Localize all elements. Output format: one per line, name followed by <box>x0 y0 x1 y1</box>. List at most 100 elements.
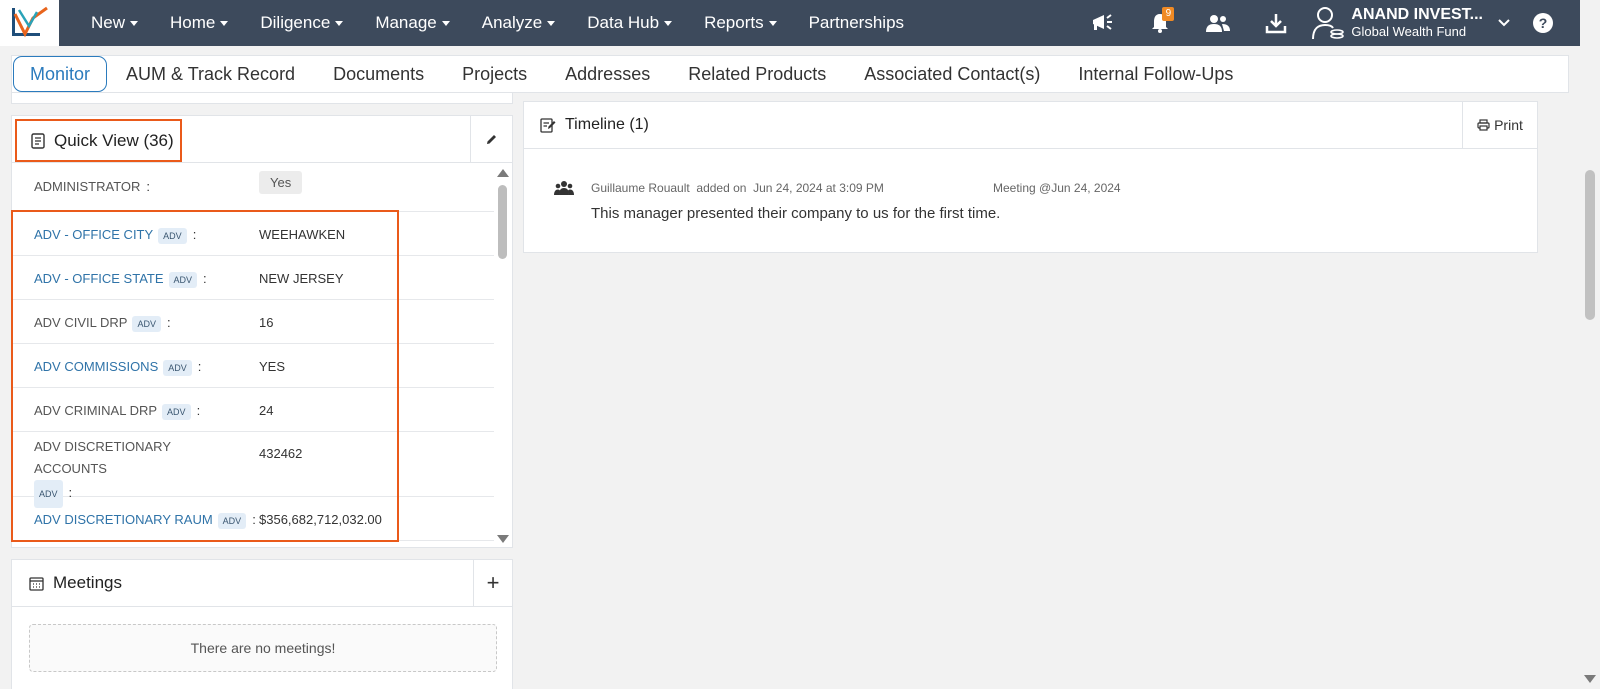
nav-item-label: Analyze <box>481 13 543 32</box>
caret-down-icon <box>547 20 556 26</box>
field-name: ADV DISCRETIONARY ACCOUNTS <box>34 439 171 476</box>
quick-view-row: ADV - OFFICE STATE ADV: NEW JERSEY <box>12 256 494 300</box>
value-text: $356,682,712,032.00 <box>259 512 382 527</box>
field-colon: : <box>196 403 201 418</box>
tab-associated-contact-s[interactable]: Associated Contact(s) <box>845 56 1059 92</box>
nav-item-label: Data Hub <box>587 13 660 32</box>
quick-view-field-value: Yes <box>259 171 303 194</box>
nav-item-label: Manage <box>375 13 437 32</box>
edit-document-icon <box>540 118 556 133</box>
tab-addresses[interactable]: Addresses <box>546 56 669 92</box>
download-icon[interactable] <box>1247 0 1305 46</box>
page-scroll-thumb[interactable] <box>1585 170 1595 320</box>
scroll-thumb[interactable] <box>498 185 507 259</box>
edit-quick-view-button[interactable] <box>470 116 512 162</box>
quick-view-scrollbar[interactable] <box>493 163 511 547</box>
adv-badge: ADV <box>132 315 161 332</box>
field-name: ADV CIVIL DRP <box>34 315 128 330</box>
field-name: ADV - OFFICE CITY <box>34 227 154 242</box>
account-name: ANAND INVEST... <box>1351 6 1483 24</box>
app-logo[interactable] <box>0 0 59 46</box>
quick-view-title: Quick View (36) <box>54 130 174 150</box>
tab-aum-track-record[interactable]: AUM & Track Record <box>107 56 314 92</box>
logo-icon <box>11 6 48 38</box>
quick-view-row: ADV COMMISSIONS ADV: YES <box>12 344 494 388</box>
tab-internal-follow-ups[interactable]: Internal Follow-Ups <box>1059 56 1252 92</box>
tab-projects[interactable]: Projects <box>443 56 546 92</box>
tab-monitor[interactable]: Monitor <box>13 56 108 92</box>
quick-view-field-value: $356,682,712,032.00 <box>259 512 382 527</box>
nav-item-analyze[interactable]: Analyze <box>466 0 571 46</box>
adv-badge: ADV <box>163 359 192 376</box>
caret-down-icon <box>130 20 139 26</box>
printer-icon <box>1477 119 1490 131</box>
quick-view-list[interactable]: ADMINISTRATOR: Yes ADV - OFFICE CITY ADV: WE… <box>12 163 494 547</box>
quick-view-header: Quick View (36) <box>12 116 512 163</box>
users-icon[interactable] <box>1189 0 1247 46</box>
value-text: WEEHAWKEN <box>259 227 346 242</box>
page-scrollbar[interactable] <box>1580 0 1600 689</box>
nav-item-data-hub[interactable]: Data Hub <box>571 0 688 46</box>
nav-item-new[interactable]: New <box>75 0 154 46</box>
meetings-header: Meetings + <box>12 560 512 607</box>
account-menu[interactable]: ANAND INVEST... Global Wealth Fund <box>1311 0 1533 46</box>
notification-count-badge: 9 <box>1162 7 1175 21</box>
quick-view-title-highlight: Quick View (36) <box>15 119 182 162</box>
quick-view-panel: Quick View (36) ADMINISTRATOR: Yes ADV - O… <box>11 115 513 548</box>
calendar-icon <box>29 576 44 591</box>
tab-related-products[interactable]: Related Products <box>669 56 845 92</box>
print-button[interactable]: Print <box>1462 102 1537 148</box>
announcement-icon[interactable] <box>1073 0 1131 46</box>
value-text: 24 <box>259 403 274 418</box>
quick-view-field-value: WEEHAWKEN <box>259 227 345 242</box>
nav-item-reports[interactable]: Reports <box>688 0 793 46</box>
nav-item-diligence[interactable]: Diligence <box>244 0 359 46</box>
nav-item-partnerships[interactable]: Partnerships <box>793 0 920 46</box>
adv-badge: ADV <box>158 227 187 244</box>
quick-view-field-value: 432462 <box>259 446 302 461</box>
field-colon: : <box>166 315 171 330</box>
timeline-action: added on <box>696 181 747 195</box>
timeline-panel: Timeline (1) Print Guillaume Rouault add… <box>523 101 1538 253</box>
timeline-header: Timeline (1) Print <box>524 102 1537 149</box>
print-label: Print <box>1494 117 1523 133</box>
quick-view-field-value: NEW JERSEY <box>259 271 344 286</box>
quick-view-field-label[interactable]: ADV - OFFICE STATE ADV: <box>34 271 207 288</box>
nav-item-home[interactable]: Home <box>154 0 244 46</box>
timeline-meeting-ref[interactable]: Meeting @Jun 24, 2024 <box>993 181 1121 195</box>
scroll-up-arrow-icon[interactable] <box>497 169 509 177</box>
field-colon: : <box>146 179 151 194</box>
caret-down-icon <box>441 20 450 26</box>
pencil-icon <box>487 134 496 144</box>
timeline-date: Jun 24, 2024 at 3:09 PM <box>753 181 884 195</box>
add-meeting-button[interactable]: + <box>473 560 512 606</box>
quick-view-row: ADV CRIMINAL DRP ADV: 24 <box>12 388 494 432</box>
collapsed-panel-bottom <box>11 93 513 104</box>
quick-view-field-value: 24 <box>259 403 273 418</box>
field-colon: : <box>197 359 202 374</box>
help-icon[interactable]: ? <box>1533 13 1553 33</box>
timeline-entry-meta: Guillaume Rouault added on Jun 24, 2024 … <box>591 181 884 195</box>
nav-item-label: Home <box>170 13 216 32</box>
nav-item-manage[interactable]: Manage <box>359 0 465 46</box>
nav-item-label: Partnerships <box>808 13 905 32</box>
no-meetings-message: There are no meetings! <box>29 624 497 672</box>
quick-view-field-label[interactable]: ADV COMMISSIONS ADV: <box>34 359 201 376</box>
chevron-down-icon <box>1498 19 1510 27</box>
field-name: ADV COMMISSIONS <box>34 359 159 374</box>
tab-documents[interactable]: Documents <box>314 56 443 92</box>
scroll-down-arrow-icon[interactable] <box>497 535 509 543</box>
quick-view-field-label[interactable]: ADV - OFFICE CITY ADV: <box>34 227 196 244</box>
value-text: YES <box>259 359 286 374</box>
timeline-author[interactable]: Guillaume Rouault <box>591 181 690 195</box>
field-name: ADV CRIMINAL DRP <box>34 403 158 418</box>
caret-down-icon <box>335 20 344 26</box>
quick-view-field-label: ADV CRIMINAL DRP ADV: <box>34 403 200 420</box>
value-text: 432462 <box>259 446 303 461</box>
top-navbar: New Home Diligence Manage Analyze Data Hub Rep… <box>0 0 1580 46</box>
caret-down-icon <box>768 20 777 26</box>
bell-icon[interactable]: 9 <box>1131 0 1189 46</box>
quick-view-field-label[interactable]: ADV DISCRETIONARY RAUM ADV: <box>34 512 256 529</box>
quick-view-row: ADV CIVIL DRP ADV: 16 <box>12 300 494 344</box>
page-scroll-down-icon[interactable] <box>1584 675 1596 683</box>
